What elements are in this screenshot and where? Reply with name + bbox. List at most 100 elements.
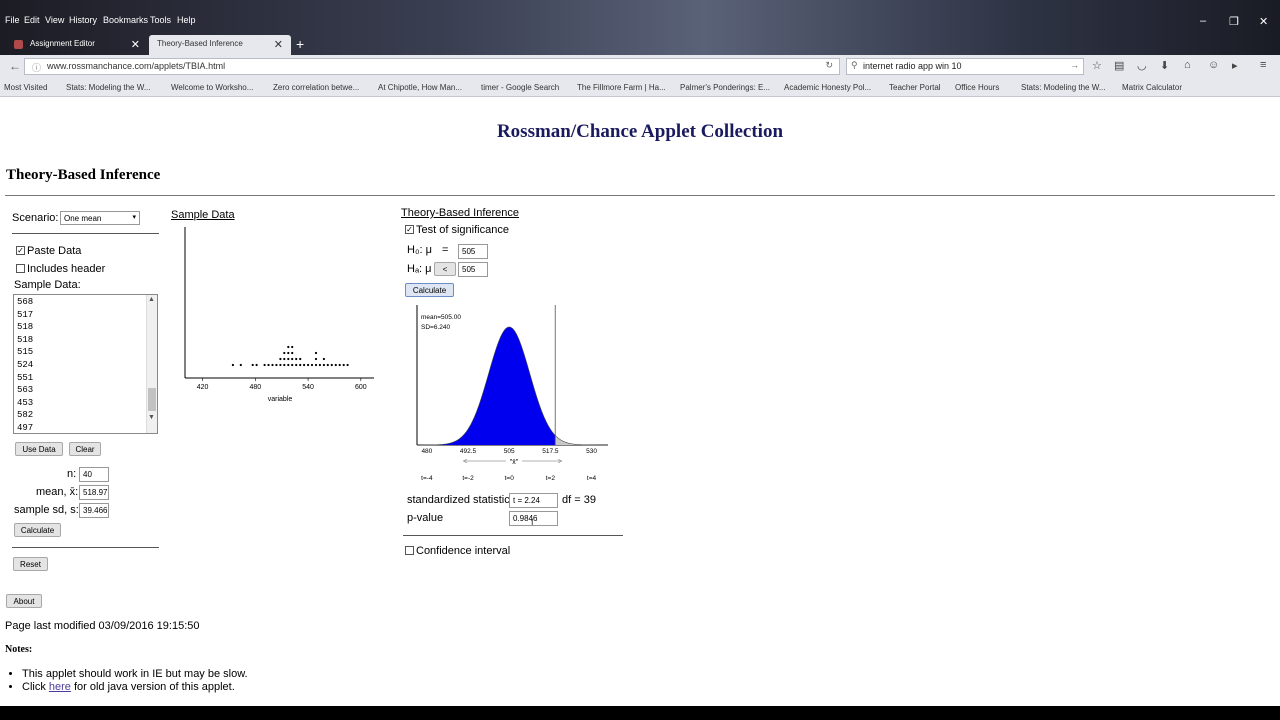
close-tab-icon[interactable]: ✕ — [131, 38, 140, 51]
notes-list: This applet should work in IE but may be… — [22, 668, 248, 694]
data-point — [330, 363, 333, 367]
tab-assignment-editor[interactable]: Assignment Editor ✕ — [0, 35, 148, 55]
bookmark-item[interactable]: Welcome to Worksho... — [171, 83, 253, 92]
reset-button[interactable]: Reset — [13, 557, 48, 571]
data-point — [295, 363, 298, 367]
std-stat-field[interactable]: t = 2.24 — [509, 493, 558, 508]
divider — [403, 535, 623, 536]
bookmark-item[interactable]: Palmer's Ponderings: E... — [680, 83, 770, 92]
divider — [12, 547, 159, 548]
paste-data-checkbox[interactable]: ✓ — [16, 246, 25, 255]
mean-field[interactable]: 518.97 — [79, 485, 109, 500]
bookmark-item[interactable]: timer - Google Search — [481, 83, 559, 92]
h0-label: H₀: μ — [407, 244, 432, 256]
calculate-test-button[interactable]: Calculate — [405, 283, 454, 297]
bookmark-item[interactable]: Academic Honesty Pol... — [784, 83, 871, 92]
data-point — [263, 363, 266, 367]
t-tick-label: t=-2 — [462, 475, 474, 482]
data-point — [279, 357, 282, 361]
scenario-value: One mean — [64, 214, 102, 223]
bookmark-item[interactable]: The Fillmore Farm | Ha... — [577, 83, 666, 92]
sample-data-textarea[interactable]: 568 517 518 518 515 524 551 563 453 582 … — [13, 294, 158, 434]
reading-list-icon[interactable]: ▤ — [1114, 59, 1124, 72]
close-window-icon[interactable]: ✕ — [1259, 15, 1268, 28]
reload-icon[interactable]: ↻ — [825, 60, 833, 71]
use-data-button[interactable]: Use Data — [15, 442, 63, 456]
data-point — [314, 363, 318, 367]
chat-icon[interactable]: ☺ — [1208, 59, 1219, 71]
tab-theory-based-inference[interactable]: Theory-Based Inference ✕ — [149, 35, 291, 55]
about-button[interactable]: About — [6, 594, 42, 608]
menu-view[interactable]: View — [45, 15, 64, 25]
bookmark-item[interactable]: Zero correlation betwe... — [273, 83, 359, 92]
scrollbar-thumb[interactable] — [148, 388, 156, 411]
data-point — [267, 363, 270, 367]
menu-bookmarks[interactable]: Bookmarks — [103, 15, 148, 25]
note-text: Click — [22, 681, 49, 693]
sample-data-list: 568 517 518 518 515 524 551 563 453 582 … — [17, 296, 34, 433]
data-value: 518 — [17, 322, 34, 333]
old-java-link[interactable]: here — [49, 681, 71, 693]
confidence-interval-checkbox[interactable] — [405, 546, 414, 555]
extension-icon[interactable]: ▸ — [1232, 59, 1238, 72]
inference-title: Theory-Based Inference — [401, 207, 520, 219]
bookmark-item[interactable]: Most Visited — [4, 83, 47, 92]
info-icon[interactable]: ⓘ — [32, 61, 41, 74]
scroll-down-icon[interactable]: ▼ — [148, 414, 155, 421]
minimize-icon[interactable]: – — [1200, 15, 1206, 27]
data-point — [338, 363, 341, 367]
data-value: 563 — [17, 385, 34, 396]
hamburger-menu-icon[interactable]: ≡ — [1260, 59, 1266, 71]
scenario-select[interactable]: One mean ▾ — [60, 211, 140, 225]
data-value: 517 — [17, 309, 34, 320]
tab-strip: Assignment Editor ✕ Theory-Based Inferen… — [0, 35, 1280, 55]
go-arrow-icon[interactable]: → — [1070, 60, 1079, 70]
calculate-stats-button[interactable]: Calculate — [14, 523, 61, 537]
bookmark-item[interactable]: Teacher Portal — [889, 83, 941, 92]
bookmark-item[interactable]: Matrix Calculator — [1122, 83, 1182, 92]
new-tab-icon[interactable]: + — [296, 36, 304, 52]
svg-text:>: > — [558, 459, 562, 466]
includes-header-checkbox[interactable] — [16, 264, 25, 273]
nav-bar: ← ⓘ www.rossmanchance.com/applets/TBIA.h… — [0, 55, 1280, 79]
n-field[interactable]: 40 — [79, 467, 109, 482]
data-point — [314, 351, 318, 355]
divider — [12, 233, 159, 234]
menu-history[interactable]: History — [69, 15, 97, 25]
ha-operator-button[interactable]: < — [434, 262, 456, 276]
bookmark-item[interactable]: Stats: Modeling the W... — [66, 83, 150, 92]
menu-help[interactable]: Help — [177, 15, 196, 25]
data-point — [231, 363, 234, 367]
menu-file[interactable]: File — [5, 15, 20, 25]
bookmark-star-icon[interactable]: ☆ — [1092, 59, 1102, 72]
bookmark-item[interactable]: Office Hours — [955, 83, 999, 92]
pocket-icon[interactable]: ◡ — [1137, 59, 1147, 72]
h0-value-field[interactable]: 505 — [458, 244, 488, 259]
search-input[interactable]: ⚲ internet radio app win 10 → — [846, 58, 1084, 75]
home-icon[interactable]: ⌂ — [1184, 59, 1191, 71]
data-value: 453 — [17, 397, 34, 408]
close-tab-icon[interactable]: ✕ — [274, 38, 283, 51]
tick-group: 480 492.5 505 517.5 530 — [421, 448, 597, 455]
bookmark-item[interactable]: Stats: Modeling the W... — [1021, 83, 1105, 92]
menu-edit[interactable]: Edit — [24, 15, 40, 25]
ha-value-field[interactable]: 505 — [458, 262, 488, 277]
scrollbar[interactable]: ▲ ▼ — [146, 295, 157, 433]
clear-button[interactable]: Clear — [69, 442, 101, 456]
x-tick-label: 420 — [197, 384, 209, 391]
data-point — [255, 363, 258, 367]
x-tick-label: 600 — [355, 384, 367, 391]
note-item: Click here for old java version of this … — [22, 681, 248, 693]
bookmark-item[interactable]: At Chipotle, How Man... — [378, 83, 462, 92]
ha-label: Hₐ: μ — [407, 263, 432, 275]
sd-field[interactable]: 39.466 — [79, 503, 109, 518]
restore-icon[interactable]: ❐ — [1229, 15, 1239, 28]
url-bar[interactable]: ⓘ www.rossmanchance.com/applets/TBIA.htm… — [24, 58, 840, 75]
download-icon[interactable]: ⬇ — [1160, 59, 1169, 72]
data-value: 497 — [17, 422, 34, 433]
data-value: 518 — [17, 334, 34, 345]
test-of-significance-checkbox[interactable]: ✓ — [405, 225, 414, 234]
menu-tools[interactable]: Tools — [150, 15, 171, 25]
scroll-up-icon[interactable]: ▲ — [148, 296, 155, 303]
back-icon[interactable]: ← — [9, 59, 21, 73]
